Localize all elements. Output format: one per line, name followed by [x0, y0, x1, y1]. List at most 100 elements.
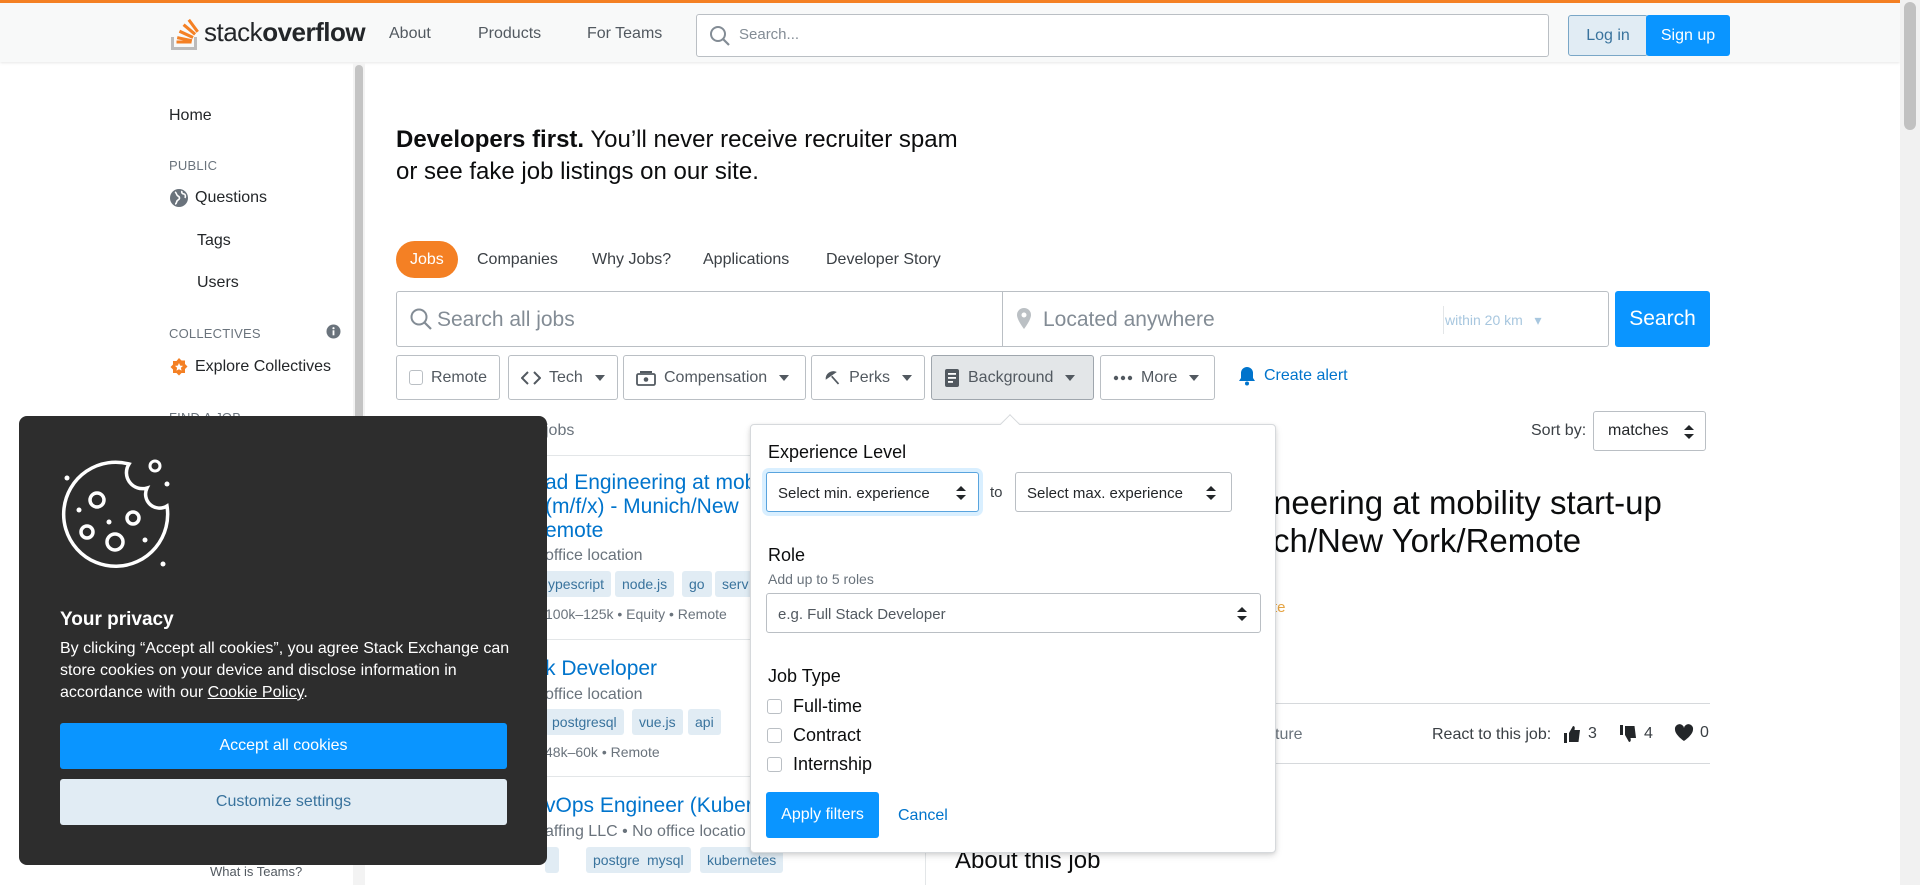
distance-select-value: within 20 km: [1445, 312, 1523, 328]
sort-by-value: matches: [1608, 422, 1669, 439]
jobs-count: jobs: [545, 422, 575, 439]
accept-all-cookies-button[interactable]: Accept all cookies: [60, 723, 507, 769]
job-type-contract[interactable]: Contract: [767, 725, 861, 746]
job-tag[interactable]: ypescript: [541, 571, 612, 597]
tab-why-jobs[interactable]: Why Jobs?: [592, 241, 671, 278]
job-tag[interactable]: go: [682, 571, 712, 597]
job-detail-feature: ture: [1275, 726, 1303, 743]
thumbs-down-button[interactable]: 4: [1618, 724, 1653, 744]
tab-jobs[interactable]: Jobs: [396, 241, 458, 278]
tab-developer-story[interactable]: Developer Story: [826, 241, 941, 278]
job-tag[interactable]: vue.js: [632, 709, 683, 735]
sidebar-item-questions-label: Questions: [195, 189, 268, 206]
filter-perks-label: Perks: [849, 368, 890, 386]
job-title-line[interactable]: ad Engineering at mob: [545, 471, 756, 495]
sidebar-item-tags[interactable]: Tags: [197, 232, 231, 250]
jobs-search-button[interactable]: Search: [1615, 291, 1710, 347]
job-title-line[interactable]: vOps Engineer (Kuber: [545, 794, 753, 818]
cookie-consent-banner: Your privacy By clicking “Accept all coo…: [19, 416, 547, 865]
job-type-label: Job Type: [768, 666, 841, 686]
tab-companies[interactable]: Companies: [477, 241, 558, 278]
jobs-search-input[interactable]: Search all jobs: [437, 308, 575, 332]
login-button[interactable]: Log in: [1568, 15, 1648, 56]
create-alert-label: Create alert: [1264, 367, 1348, 384]
job-location: office location: [545, 547, 643, 564]
sidebar-item-questions[interactable]: Questions: [169, 188, 267, 208]
thumbs-down-count: 4: [1644, 725, 1653, 742]
role-label: Role: [768, 545, 806, 565]
job-tag-partial[interactable]: [545, 847, 559, 873]
job-tag[interactable]: mysql: [640, 847, 691, 873]
job-type-full-time[interactable]: Full-time: [767, 696, 862, 717]
sidebar-item-users[interactable]: Users: [197, 274, 239, 292]
search-icon: [710, 26, 730, 46]
top-bar: stackoverflow About Products For Teams L…: [0, 0, 1900, 62]
react-label: React to this job:: [1432, 726, 1552, 743]
sidebar-item-explore-collectives[interactable]: Explore Collectives: [169, 357, 331, 377]
chevron-down-icon: [1189, 374, 1200, 381]
page-scrollbar[interactable]: [1900, 0, 1920, 885]
job-detail-title-line-2: ch/New York/Remote: [1273, 522, 1582, 559]
thumbs-up-button[interactable]: 3: [1562, 724, 1597, 744]
create-alert-link[interactable]: Create alert: [1238, 366, 1348, 386]
job-tag[interactable]: postgresql: [545, 709, 624, 735]
thumbs-up-icon: [1564, 726, 1580, 743]
site-search-box[interactable]: [696, 14, 1549, 57]
heart-icon: [1674, 724, 1694, 741]
tab-applications[interactable]: Applications: [703, 241, 789, 278]
cancel-link[interactable]: Cancel: [898, 807, 948, 825]
filter-more[interactable]: More: [1100, 355, 1215, 400]
filter-remote[interactable]: Remote: [396, 355, 500, 400]
select-arrows-icon: [1237, 607, 1247, 621]
internship-checkbox[interactable]: [767, 757, 782, 772]
nav-products[interactable]: Products: [478, 25, 541, 43]
distance-select[interactable]: within 20 km ▾: [1445, 312, 1542, 329]
filter-tech[interactable]: Tech: [508, 355, 618, 400]
stackoverflow-logo[interactable]: stackoverflow: [168, 12, 366, 52]
min-experience-select[interactable]: Select min. experience: [766, 472, 979, 512]
job-title-line[interactable]: emote: [545, 519, 603, 543]
job-title-line[interactable]: (m/f/x) - Munich/New: [545, 495, 739, 519]
role-select[interactable]: e.g. Full Stack Developer: [766, 593, 1261, 633]
sidebar-item-home[interactable]: Home: [169, 107, 212, 125]
max-experience-select[interactable]: Select max. experience: [1015, 472, 1232, 512]
range-to-label: to: [990, 484, 1003, 501]
filter-compensation[interactable]: Compensation: [623, 355, 806, 400]
role-hint: Add up to 5 roles: [768, 571, 874, 587]
nav-for-teams[interactable]: For Teams: [587, 25, 662, 43]
within-divider: [1443, 306, 1444, 334]
job-location: affing LLC • No office locatio: [545, 823, 746, 840]
filter-perks[interactable]: Perks: [811, 355, 925, 400]
select-arrows-icon: [1684, 425, 1694, 439]
page-scrollbar-thumb[interactable]: [1904, 2, 1916, 130]
full-time-checkbox[interactable]: [767, 699, 782, 714]
nav-about[interactable]: About: [389, 25, 431, 43]
sort-by-select[interactable]: matches: [1593, 411, 1706, 451]
remote-checkbox[interactable]: [409, 370, 423, 385]
heart-button[interactable]: 0: [1674, 724, 1709, 742]
job-type-internship[interactable]: Internship: [767, 754, 872, 775]
cookie-title: Your privacy: [60, 609, 174, 630]
bell-icon: [1239, 367, 1255, 386]
job-tag[interactable]: node.js: [615, 571, 675, 597]
location-input[interactable]: Located anywhere: [1043, 308, 1215, 332]
job-tag[interactable]: api: [688, 709, 721, 735]
page-headline: Developers first. You’ll never receive r…: [396, 124, 958, 188]
job-location: office location: [545, 686, 643, 703]
filter-background[interactable]: Background: [931, 355, 1094, 400]
code-icon: [521, 370, 541, 385]
info-icon[interactable]: [326, 324, 341, 339]
select-arrows-icon: [1206, 486, 1216, 500]
signup-button[interactable]: Sign up: [1646, 15, 1730, 56]
cookie-policy-link[interactable]: Cookie Policy: [208, 684, 304, 701]
sidebar-label-public: PUBLIC: [169, 158, 218, 173]
chevron-down-icon: [1065, 374, 1076, 381]
sidebar-label-collectives: COLLECTIVES: [169, 326, 261, 341]
customize-settings-button[interactable]: Customize settings: [60, 779, 507, 825]
contract-checkbox[interactable]: [767, 728, 782, 743]
sidebar-item-what-is-teams[interactable]: What is Teams?: [210, 864, 302, 879]
job-title-line[interactable]: k Developer: [545, 657, 657, 681]
site-search-input[interactable]: [737, 25, 1517, 44]
document-icon: [945, 368, 959, 387]
apply-filters-button[interactable]: Apply filters: [766, 792, 879, 838]
